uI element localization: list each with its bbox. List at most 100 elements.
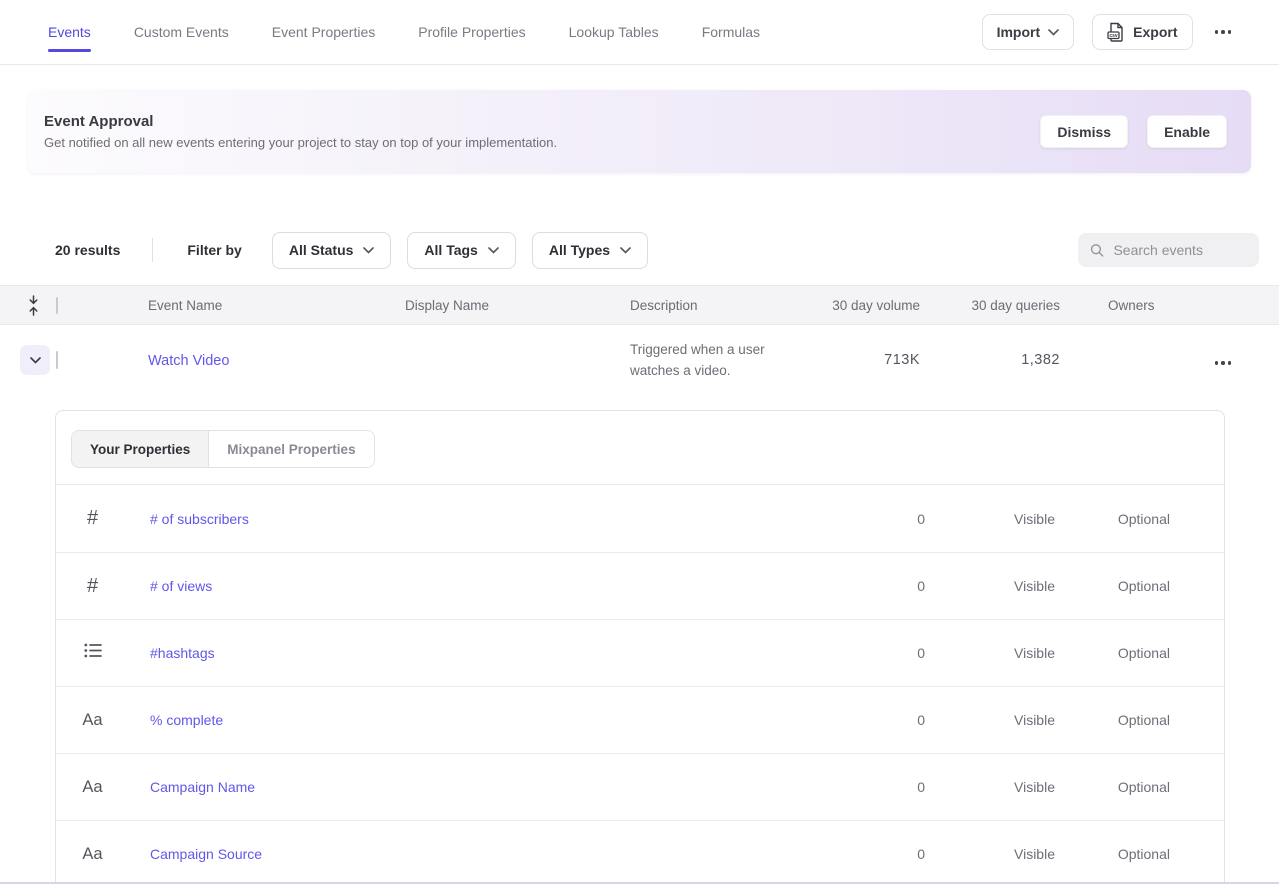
chevron-down-icon — [30, 357, 41, 364]
svg-text:csv: csv — [1109, 33, 1118, 39]
types-filter-dropdown[interactable]: All Types — [532, 232, 648, 269]
text-type-icon: Aa — [82, 711, 102, 729]
property-requirement: Optional — [1055, 846, 1170, 862]
header-volume: 30 day volume — [800, 298, 930, 313]
row-actions-button[interactable] — [1211, 357, 1236, 369]
header-event-name: Event Name — [128, 298, 385, 313]
search-input[interactable] — [1113, 242, 1247, 258]
property-visibility: Visible — [925, 712, 1055, 728]
collapse-row-button[interactable] — [20, 345, 50, 375]
banner-actions: Dismiss Enable — [1040, 115, 1227, 148]
tab-your-properties[interactable]: Your Properties — [72, 431, 209, 467]
event-name-link[interactable]: Watch Video — [148, 353, 229, 369]
property-count: 0 — [747, 846, 925, 862]
property-row: Aa Campaign Name 0 Visible Optional — [56, 753, 1224, 820]
property-name-link[interactable]: Campaign Name — [129, 779, 747, 795]
property-visibility: Visible — [925, 645, 1055, 661]
property-row: Aa % complete 0 Visible Optional — [56, 686, 1224, 753]
property-name-link[interactable]: % complete — [129, 712, 747, 728]
types-filter-label: All Types — [549, 242, 610, 258]
banner-description: Get notified on all new events entering … — [44, 135, 557, 150]
nav-tab-lookup-tables[interactable]: Lookup Tables — [569, 1, 659, 63]
nav-tab-events[interactable]: Events — [48, 1, 91, 63]
nav-tabs: Events Custom Events Event Properties Profi… — [48, 0, 803, 64]
more-options-button[interactable] — [1211, 26, 1236, 38]
event-description: Triggered when a user watches a video. — [610, 327, 800, 393]
collapse-all-icon[interactable] — [0, 295, 56, 316]
property-count: 0 — [747, 779, 925, 795]
nav-tab-formulas[interactable]: Formulas — [702, 1, 760, 63]
property-count: 0 — [747, 712, 925, 728]
search-box — [1078, 233, 1259, 267]
chevron-down-icon — [363, 247, 374, 254]
csv-file-icon: csv — [1107, 22, 1125, 42]
tags-filter-label: All Tags — [424, 242, 477, 258]
property-requirement: Optional — [1055, 779, 1170, 795]
ellipsis-icon — [1215, 361, 1232, 365]
chevron-down-icon — [1048, 29, 1059, 36]
event-volume: 713K — [800, 352, 930, 368]
properties-list: # # of subscribers 0 Visible Optional # … — [56, 485, 1224, 884]
chevron-down-icon — [620, 247, 631, 254]
tab-mixpanel-properties[interactable]: Mixpanel Properties — [209, 431, 373, 467]
property-name-link[interactable]: # of subscribers — [129, 511, 747, 527]
property-visibility: Visible — [925, 846, 1055, 862]
banner-title: Event Approval — [44, 113, 557, 130]
properties-tabbar: Your Properties Mixpanel Properties — [56, 411, 1224, 485]
topbar-actions: Import csv Export — [982, 0, 1235, 64]
ellipsis-icon — [1215, 30, 1232, 34]
top-navigation: Events Custom Events Event Properties Profi… — [0, 0, 1279, 65]
select-all-checkbox[interactable] — [56, 297, 58, 314]
banner-text: Event Approval Get notified on all new e… — [44, 113, 557, 150]
list-type-icon — [84, 643, 102, 658]
import-label: Import — [997, 24, 1041, 40]
divider — [152, 238, 153, 262]
property-count: 0 — [747, 578, 925, 594]
header-owners: Owners — [1070, 298, 1179, 313]
property-requirement: Optional — [1055, 645, 1170, 661]
nav-tab-profile-properties[interactable]: Profile Properties — [418, 1, 525, 63]
export-button[interactable]: csv Export — [1092, 14, 1192, 50]
properties-tab-group: Your Properties Mixpanel Properties — [71, 430, 375, 468]
property-visibility: Visible — [925, 779, 1055, 795]
event-approval-banner: Event Approval Get notified on all new e… — [28, 90, 1251, 173]
filter-bar: 20 results Filter by All Status All Tags… — [0, 230, 1279, 270]
status-filter-label: All Status — [289, 242, 354, 258]
header-description: Description — [610, 298, 800, 313]
nav-tab-custom-events[interactable]: Custom Events — [134, 1, 229, 63]
property-row: # # of views 0 Visible Optional — [56, 552, 1224, 619]
export-label: Export — [1133, 24, 1177, 40]
filter-by-label: Filter by — [187, 242, 241, 258]
search-icon — [1090, 242, 1104, 259]
property-visibility: Visible — [925, 511, 1055, 527]
nav-tab-event-properties[interactable]: Event Properties — [272, 1, 376, 63]
text-type-icon: Aa — [82, 778, 102, 796]
property-row: # # of subscribers 0 Visible Optional — [56, 485, 1224, 552]
tags-filter-dropdown[interactable]: All Tags — [407, 232, 515, 269]
status-filter-dropdown[interactable]: All Status — [272, 232, 392, 269]
property-count: 0 — [747, 645, 925, 661]
enable-button[interactable]: Enable — [1147, 115, 1227, 148]
property-row: #hashtags 0 Visible Optional — [56, 619, 1224, 686]
property-count: 0 — [747, 511, 925, 527]
property-name-link[interactable]: Campaign Source — [129, 846, 747, 862]
event-row: Watch Video Triggered when a user watche… — [0, 325, 1279, 395]
header-display-name: Display Name — [385, 298, 610, 313]
property-visibility: Visible — [925, 578, 1055, 594]
property-name-link[interactable]: # of views — [129, 578, 747, 594]
import-button[interactable]: Import — [982, 14, 1075, 50]
header-queries: 30 day queries — [930, 298, 1070, 313]
property-requirement: Optional — [1055, 511, 1170, 527]
dismiss-button[interactable]: Dismiss — [1040, 115, 1128, 148]
number-type-icon: # — [87, 507, 98, 529]
property-requirement: Optional — [1055, 712, 1170, 728]
property-requirement: Optional — [1055, 578, 1170, 594]
properties-panel: Your Properties Mixpanel Properties # # … — [55, 410, 1225, 884]
property-name-link[interactable]: #hashtags — [129, 645, 747, 661]
results-count: 20 results — [55, 242, 120, 258]
number-type-icon: # — [87, 575, 98, 597]
chevron-down-icon — [488, 247, 499, 254]
text-type-icon: Aa — [82, 845, 102, 863]
row-checkbox[interactable] — [56, 351, 58, 369]
property-row: Aa Campaign Source 0 Visible Optional — [56, 820, 1224, 884]
